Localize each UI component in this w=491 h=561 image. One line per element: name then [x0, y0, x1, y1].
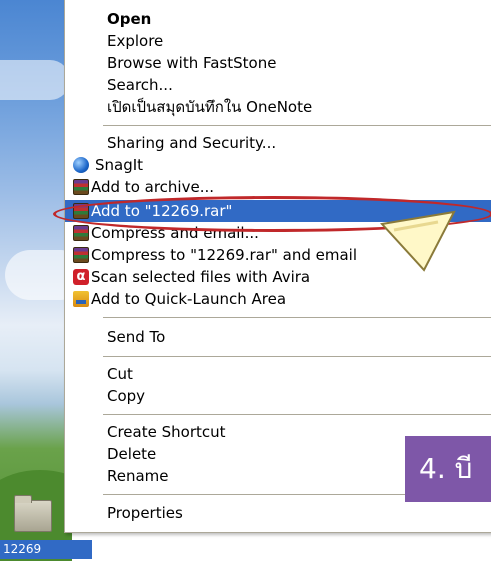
- menu-item-label: Add to archive...: [91, 178, 214, 196]
- desktop-background: [0, 0, 72, 561]
- menu-item-copy[interactable]: Copy: [65, 385, 491, 407]
- winrar-icon: [73, 225, 89, 241]
- menu-separator: [103, 356, 491, 357]
- menu-item-label: Search...: [107, 76, 173, 94]
- winrar-icon: [73, 179, 89, 195]
- menu-item-label: Rename: [107, 467, 169, 485]
- cloud-decoration: [0, 60, 70, 100]
- selected-file-label[interactable]: 12269: [0, 540, 92, 559]
- menu-item-search[interactable]: Search...: [65, 74, 491, 96]
- menu-item-label: Delete: [107, 445, 157, 463]
- menu-item-cut[interactable]: Cut: [65, 363, 491, 385]
- menu-item-label: เปิดเป็นสมุดบันทึกใน OneNote: [107, 98, 313, 116]
- menu-item-label: Explore: [107, 32, 164, 50]
- menu-item-sharing-security[interactable]: Sharing and Security...: [65, 132, 491, 154]
- menu-item-snagit[interactable]: SnagIt: [65, 154, 491, 176]
- menu-item-label: Add to Quick-Launch Area: [91, 290, 287, 308]
- menu-item-label: Scan selected files with Avira: [91, 268, 311, 286]
- menu-item-label: SnagIt: [95, 156, 144, 174]
- snagit-icon: [73, 157, 89, 173]
- menu-item-add-to-archive[interactable]: Add to archive...: [65, 176, 491, 198]
- winrar-icon: [73, 247, 89, 263]
- menu-item-send-to[interactable]: Send To: [65, 326, 491, 348]
- quick-launch-icon: [73, 291, 89, 307]
- menu-item-browse-faststone[interactable]: Browse with FastStone: [65, 52, 491, 74]
- menu-separator: [103, 317, 491, 318]
- menu-item-label: Copy: [107, 387, 146, 405]
- menu-item-label: Create Shortcut: [107, 423, 226, 441]
- menu-item-properties[interactable]: Properties: [65, 502, 491, 524]
- step-badge: 4. บี: [405, 436, 491, 502]
- menu-item-label: Sharing and Security...: [107, 134, 277, 152]
- menu-item-label: Open: [107, 10, 152, 28]
- menu-item-open[interactable]: Open: [65, 8, 491, 30]
- menu-item-label: Compress to "12269.rar" and email: [91, 246, 358, 264]
- menu-item-label: Cut: [107, 365, 133, 383]
- menu-item-quick-launch[interactable]: Add to Quick-Launch Area: [65, 288, 491, 310]
- menu-item-explore[interactable]: Explore: [65, 30, 491, 52]
- folder-icon[interactable]: [14, 495, 52, 532]
- avira-icon: α: [73, 269, 89, 285]
- menu-item-label: Browse with FastStone: [107, 54, 277, 72]
- cursor-arrow-icon: [380, 210, 456, 272]
- menu-item-onenote[interactable]: เปิดเป็นสมุดบันทึกใน OneNote: [65, 96, 491, 118]
- cloud-decoration: [5, 250, 72, 300]
- menu-item-label: Properties: [107, 504, 183, 522]
- menu-separator: [103, 125, 491, 126]
- menu-separator: [103, 414, 491, 415]
- menu-item-label: Send To: [107, 328, 166, 346]
